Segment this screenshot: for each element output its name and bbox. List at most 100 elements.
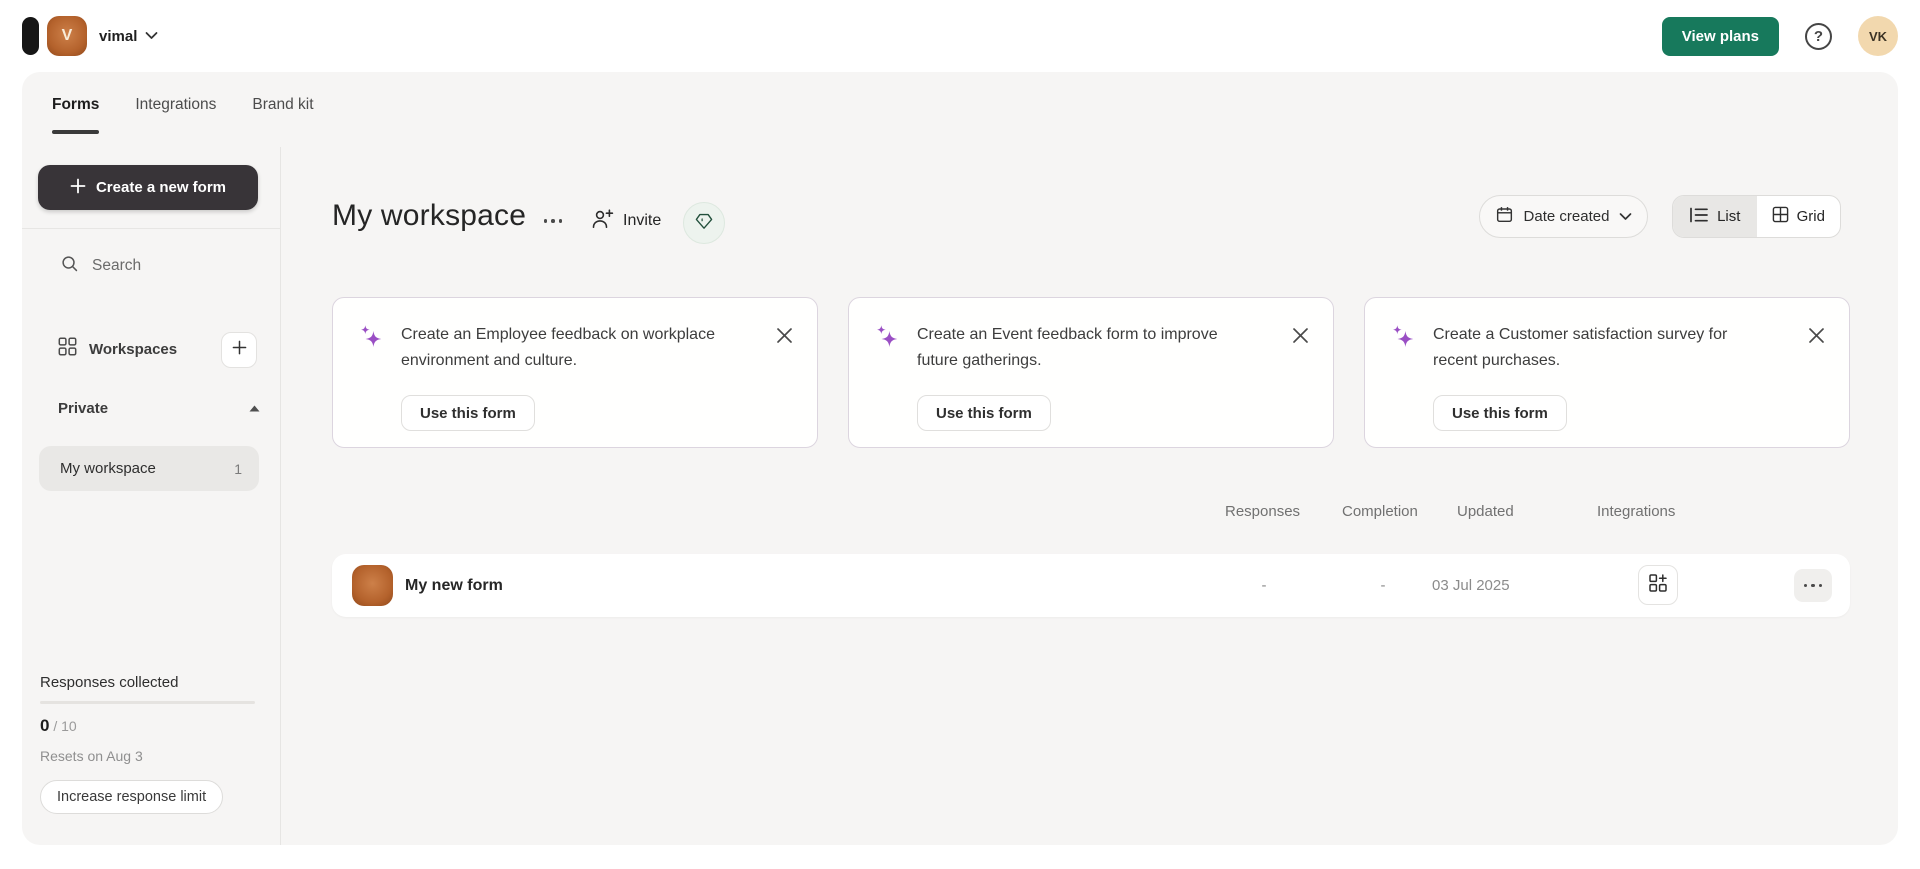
grid-plus-icon: [1648, 573, 1668, 598]
responses-usage-panel: Responses collected 0 / 10 Resets on Aug…: [40, 674, 255, 814]
row-options-button[interactable]: [1794, 569, 1832, 602]
create-new-form-label: Create a new form: [95, 179, 227, 196]
body-row: Create a new form Search Workspaces Priv…: [22, 147, 1898, 845]
search-button[interactable]: Search: [60, 247, 141, 285]
list-view-icon: [1689, 207, 1709, 227]
workspace-avatar[interactable]: V: [47, 16, 87, 56]
create-new-form-button[interactable]: Create a new form: [38, 165, 258, 210]
typeform-logo-icon: [22, 17, 39, 55]
search-icon: [60, 254, 79, 278]
help-glyph: ?: [1813, 27, 1824, 45]
increase-response-limit-button[interactable]: Increase response limit: [40, 780, 224, 814]
use-this-form-button[interactable]: Use this form: [917, 395, 1051, 431]
chevron-down-icon: [1619, 208, 1632, 226]
person-plus-icon: [591, 208, 614, 234]
sidebar-item-label: My workspace: [60, 460, 156, 477]
private-label: Private: [58, 399, 109, 417]
suggestion-text: Create an Event feedback form to improve…: [917, 326, 1218, 369]
view-toggle: List Grid: [1672, 195, 1841, 238]
suggestion-card: Create an Event feedback form to improve…: [848, 297, 1334, 448]
workspaces-section-header[interactable]: Workspaces: [58, 330, 177, 368]
tab-bar: Forms Integrations Brand kit: [52, 96, 314, 134]
private-section-toggle[interactable]: Private: [58, 393, 260, 423]
plus-icon: [70, 178, 86, 198]
workspace-avatar-letter: V: [61, 27, 73, 44]
sparkles-icon: [357, 324, 384, 356]
sort-label: Date created: [1523, 208, 1610, 225]
top-bar-actions: View plans ? VK: [1661, 16, 1898, 56]
invite-label: Invite: [623, 212, 662, 229]
grid-view-icon: [1772, 206, 1789, 227]
close-icon[interactable]: [1807, 326, 1827, 346]
row-responses-value: -: [1261, 577, 1267, 594]
tab-forms[interactable]: Forms: [52, 96, 100, 134]
workspaces-label: Workspaces: [89, 340, 178, 358]
invite-button[interactable]: Invite: [591, 204, 661, 238]
use-this-form-button[interactable]: Use this form: [1433, 395, 1567, 431]
suggestion-card: Create an Employee feedback on workplace…: [332, 297, 818, 448]
page-title: My workspace: [332, 199, 527, 232]
tab-forms-label: Forms: [52, 96, 100, 113]
divider: [22, 228, 280, 229]
usage-progress-bar: [40, 701, 255, 704]
list-view-label: List: [1717, 208, 1741, 225]
search-label: Search: [92, 257, 142, 274]
calendar-icon: [1495, 205, 1514, 229]
ellipsis-icon: [1803, 583, 1808, 588]
main-content: My workspace Invite Date created List Gr…: [281, 147, 1898, 845]
use-this-form-button[interactable]: Use this form: [401, 395, 535, 431]
view-plans-button[interactable]: View plans: [1661, 16, 1779, 56]
workspace-switcher[interactable]: vimal: [99, 27, 158, 45]
form-name: My new form: [405, 576, 503, 594]
workspaces-grid-icon: [58, 337, 77, 361]
sort-dropdown[interactable]: Date created: [1479, 195, 1648, 238]
tab-brand-kit-label: Brand kit: [252, 96, 314, 113]
close-icon[interactable]: [1291, 326, 1311, 346]
column-header-integrations: Integrations: [1597, 503, 1676, 520]
caret-up-icon: [249, 399, 260, 417]
close-icon[interactable]: [775, 326, 795, 346]
plan-gem-badge[interactable]: [683, 202, 725, 244]
usage-reset-note: Resets on Aug 3: [40, 748, 143, 764]
usage-limit: 10: [61, 718, 77, 734]
add-workspace-button[interactable]: [221, 332, 257, 368]
form-thumbnail: [352, 565, 393, 606]
chevron-down-icon: [145, 27, 158, 45]
plus-icon: [232, 340, 247, 360]
active-tab-indicator: [52, 130, 100, 134]
help-icon[interactable]: ?: [1805, 22, 1832, 50]
suggestion-cards: Create an Employee feedback on workplace…: [332, 297, 1850, 448]
usage-title: Responses collected: [40, 674, 179, 691]
row-updated-value: 03 Jul 2025: [1432, 577, 1510, 594]
sidebar-item-count: 1: [234, 460, 242, 477]
view-toggle-grid[interactable]: Grid: [1757, 196, 1841, 237]
row-completion-value: -: [1380, 577, 1386, 594]
workspace-options-button[interactable]: [533, 207, 573, 235]
content-shell: Forms Integrations Brand kit Create a ne…: [22, 72, 1898, 845]
sparkles-icon: [873, 324, 900, 356]
ellipsis-icon: [543, 219, 548, 223]
suggestion-text: Create a Customer satisfaction survey fo…: [1433, 326, 1728, 369]
user-avatar[interactable]: VK: [1858, 16, 1898, 56]
sparkles-icon: [1389, 324, 1416, 356]
top-bar: V vimal View plans ? VK: [0, 0, 1920, 72]
column-header-responses: Responses: [1225, 503, 1301, 520]
suggestion-card: Create a Customer satisfaction survey fo…: [1364, 297, 1850, 448]
user-initials: VK: [1868, 28, 1888, 44]
tab-brand-kit[interactable]: Brand kit: [252, 96, 313, 134]
grid-view-label: Grid: [1796, 208, 1825, 225]
tab-integrations[interactable]: Integrations: [135, 96, 216, 134]
usage-used: 0: [40, 716, 50, 735]
sidebar: Create a new form Search Workspaces Priv…: [22, 147, 281, 845]
app-window: V vimal View plans ? VK Forms Integratio…: [0, 0, 1920, 869]
row-integrations-button[interactable]: [1638, 565, 1678, 605]
workspace-name: vimal: [99, 27, 138, 45]
table-row[interactable]: My new form - - 03 Jul 2025: [332, 554, 1850, 617]
gem-icon: [693, 210, 715, 237]
usage-separator: /: [53, 718, 58, 734]
view-toggle-list[interactable]: List: [1673, 196, 1757, 237]
suggestion-text: Create an Employee feedback on workplace…: [401, 326, 715, 369]
sidebar-item-my-workspace[interactable]: My workspace 1: [39, 446, 259, 491]
tab-integrations-label: Integrations: [135, 96, 217, 113]
column-header-completion: Completion: [1342, 503, 1418, 520]
